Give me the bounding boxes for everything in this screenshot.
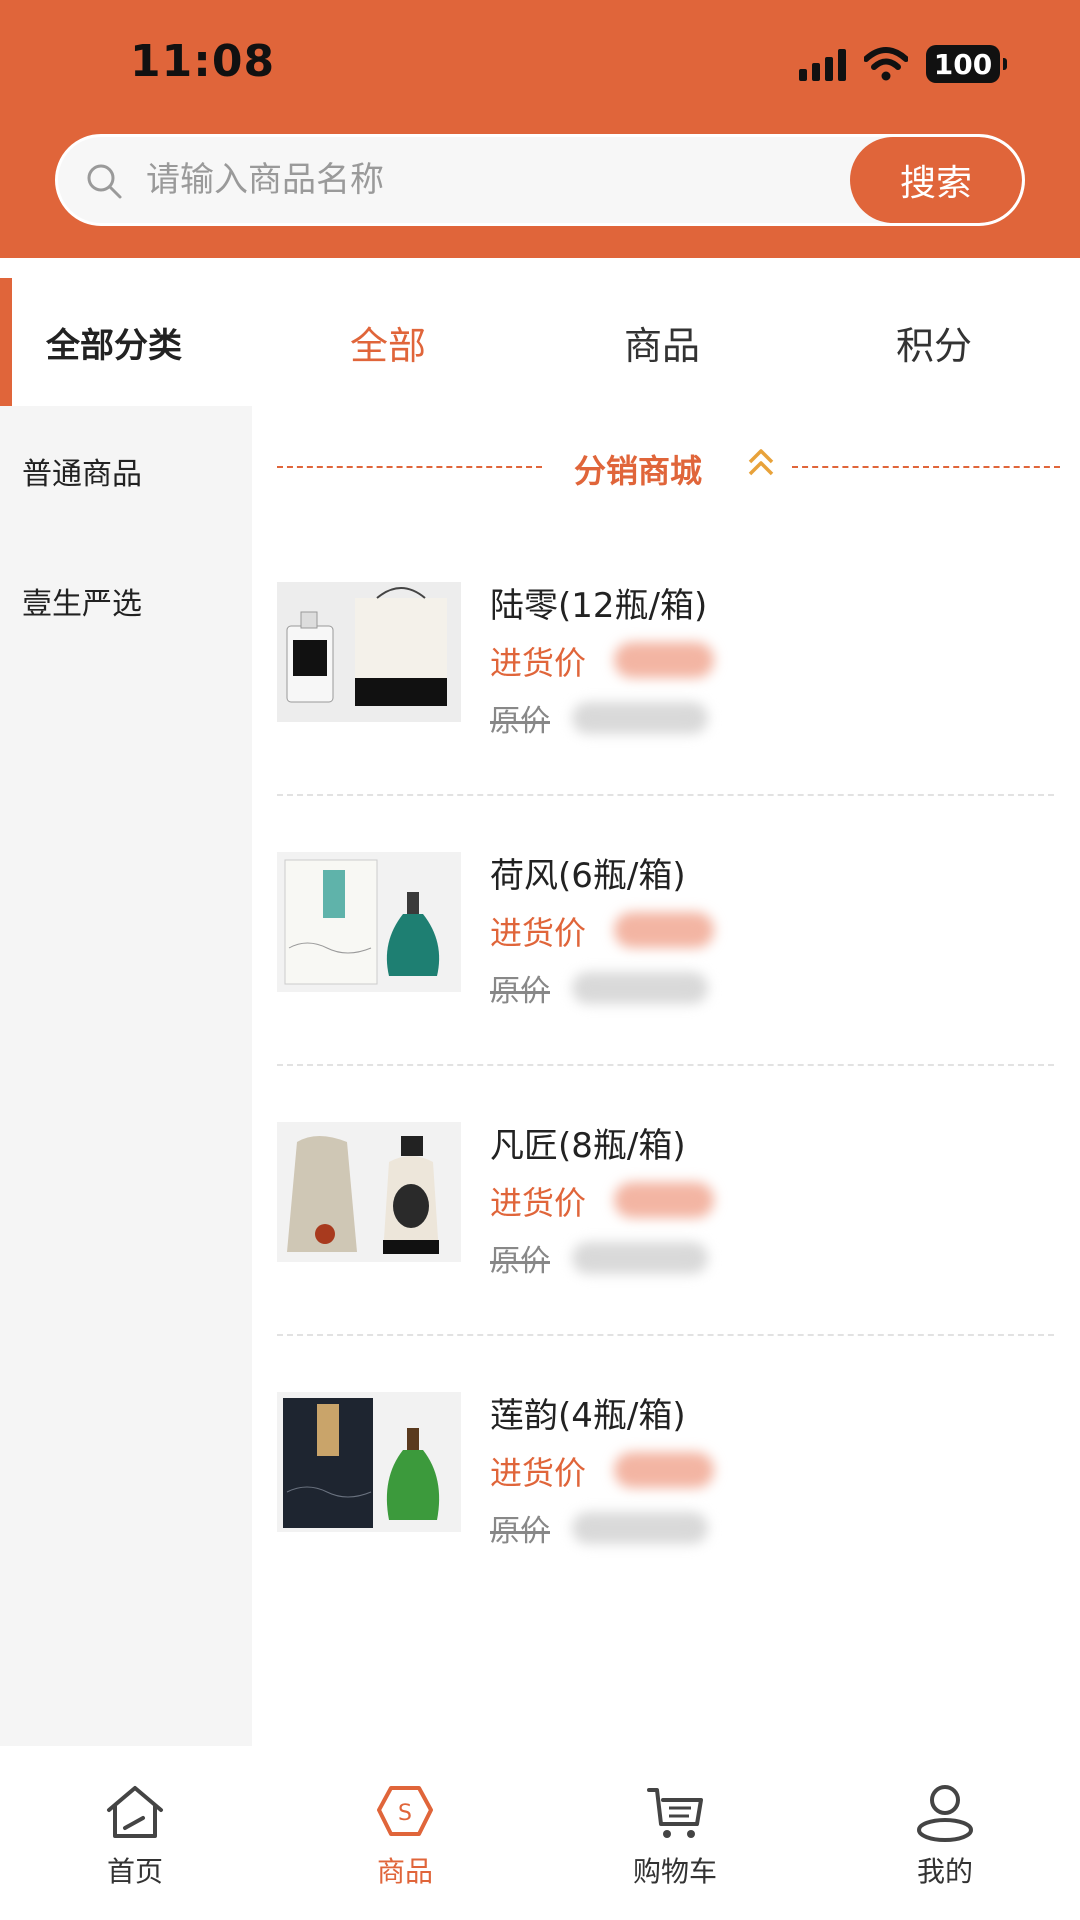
purchase-price-value (614, 912, 714, 948)
product-name: 莲韵(4瓶/箱) (490, 1396, 686, 1436)
product-name: 陆零(12瓶/箱) (490, 586, 708, 626)
section-title: 分销商城 (574, 452, 703, 490)
divider (792, 466, 1060, 468)
divider (277, 466, 542, 468)
tab-points[interactable]: 积分 (834, 278, 1034, 406)
purchase-price-label: 进货价 (490, 1454, 587, 1492)
original-price-value (572, 972, 708, 1004)
product-item[interactable]: 凡匠(8瓶/箱) 进货价 原价 (252, 1066, 1080, 1336)
search-bar: 搜索 (55, 134, 1025, 226)
original-price-label: 原价 (490, 974, 550, 1009)
svg-text:S: S (398, 1801, 412, 1826)
product-list: 分销商城 陆零(12瓶/箱) 进货价 原价 荷风(6瓶/箱) 进货价 原价 凡匠… (252, 406, 1080, 1606)
original-price-value (572, 1242, 708, 1274)
tab-products[interactable]: 商品 (562, 278, 762, 406)
nav-cart[interactable]: 购物车 (540, 1746, 810, 1920)
battery-icon: 100 (926, 45, 1007, 83)
cart-icon (647, 1788, 703, 1838)
original-price-value (572, 702, 708, 734)
user-icon (917, 1785, 973, 1842)
nav-shop[interactable]: S 商品 (270, 1746, 540, 1920)
bottom-navigation: 首页 S 商品 购物车 我的 (0, 1746, 1080, 1920)
product-image[interactable] (277, 852, 461, 992)
nav-label: 购物车 (632, 1855, 717, 1888)
product-name: 荷风(6瓶/箱) (490, 856, 686, 896)
home-icon (107, 1786, 163, 1838)
product-name: 凡匠(8瓶/箱) (490, 1126, 686, 1166)
search-icon (87, 164, 122, 199)
purchase-price-label: 进货价 (490, 644, 587, 682)
original-price-label: 原价 (490, 1244, 550, 1279)
purchase-price-value (614, 642, 714, 678)
nav-label: 商品 (376, 1855, 433, 1888)
cellular-signal-icon (799, 47, 846, 81)
product-item[interactable]: 莲韵(4瓶/箱) 进货价 原价 (252, 1336, 1080, 1606)
section-header: 分销商城 (252, 406, 1080, 526)
tab-all[interactable]: 全部 (288, 278, 488, 406)
all-categories-tab[interactable]: 全部分类 (0, 278, 252, 406)
nav-label: 我的 (916, 1855, 973, 1888)
nav-home[interactable]: 首页 (0, 1746, 270, 1920)
product-item[interactable]: 荷风(6瓶/箱) 进货价 原价 (252, 796, 1080, 1066)
product-item[interactable]: 陆零(12瓶/箱) 进货价 原价 (252, 526, 1080, 796)
purchase-price-label: 进货价 (490, 914, 587, 952)
original-price-label: 原价 (490, 704, 550, 739)
product-image[interactable] (277, 1392, 461, 1532)
wifi-icon (864, 47, 908, 81)
product-image[interactable] (277, 582, 461, 722)
app-header: 11:08 100 搜索 (0, 0, 1080, 258)
status-time: 11:08 (130, 36, 276, 87)
purchase-price-label: 进货价 (490, 1184, 587, 1222)
filter-tabs: 全部分类 全部 商品 积分 (0, 278, 1080, 406)
purchase-price-value (614, 1182, 714, 1218)
purchase-price-value (614, 1452, 714, 1488)
status-indicators: 100 (799, 42, 1007, 86)
double-chevron-up-icon[interactable] (746, 446, 776, 482)
search-button[interactable]: 搜索 (850, 137, 1022, 223)
search-input[interactable] (146, 137, 786, 223)
sidebar-item-yisheng-selection[interactable]: 壹生严选 (0, 536, 252, 666)
shop-icon: S (377, 1786, 433, 1836)
nav-profile[interactable]: 我的 (810, 1746, 1080, 1920)
original-price-value (572, 1512, 708, 1544)
category-sidebar: 普通商品 壹生严选 (0, 406, 252, 1746)
original-price-label: 原价 (490, 1514, 550, 1549)
product-image[interactable] (277, 1122, 461, 1262)
nav-label: 首页 (106, 1855, 163, 1888)
sidebar-item-regular-goods[interactable]: 普通商品 (0, 406, 252, 536)
